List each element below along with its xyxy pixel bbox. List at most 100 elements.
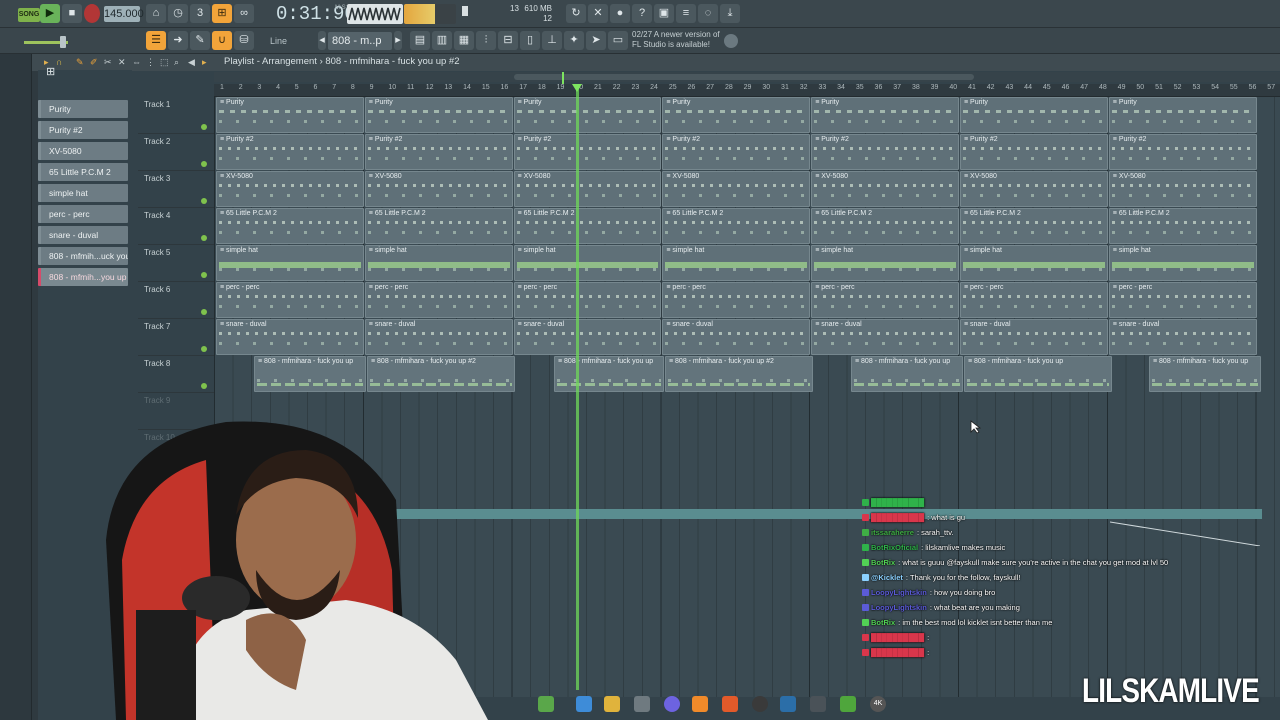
4k-icon[interactable]: 4K: [870, 696, 886, 712]
fl-studio-icon[interactable]: [692, 696, 708, 712]
pattern-clip[interactable]: ≡ XV-5080: [513, 171, 662, 207]
stop-icon[interactable]: ■: [62, 4, 82, 23]
prev-pattern-icon[interactable]: ◂: [318, 31, 326, 50]
pattern-clip[interactable]: ≡ Purity #2: [811, 134, 959, 170]
countdown-icon[interactable]: 3: [190, 4, 210, 23]
copilot-icon[interactable]: [576, 696, 592, 712]
pattern-clip[interactable]: ≡ Purity #2: [364, 134, 513, 170]
pattern-clip[interactable]: ≡ simple hat: [364, 245, 513, 281]
plug-icon[interactable]: ⊥: [542, 31, 562, 50]
track-header[interactable]: Track 1: [138, 97, 214, 134]
magnet-snap-icon[interactable]: ∩: [56, 57, 62, 67]
pattern-clip[interactable]: ≡ simple hat: [1108, 245, 1257, 281]
pattern-clip[interactable]: ≡ Purity: [513, 97, 662, 133]
pattern-selector[interactable]: 808 - m..p #2: [328, 32, 392, 65]
song-mode-toggle[interactable]: SONG: [18, 8, 40, 22]
pattern-clip[interactable]: ≡ 808 - mfmihara - fuck you up: [254, 356, 366, 392]
record-icon[interactable]: [84, 4, 100, 23]
playlist-arrow-icon[interactable]: ▸: [202, 57, 207, 68]
globe-icon[interactable]: [724, 34, 738, 48]
pattern-icon[interactable]: ⊞: [46, 65, 55, 78]
pattern-clip[interactable]: ≡ simple hat: [960, 245, 1108, 281]
pattern-clip[interactable]: ≡ 65 Little P.C.M 2: [1108, 208, 1257, 244]
browser-panel[interactable]: [0, 54, 32, 720]
folder-icon[interactable]: [604, 696, 620, 712]
file-icon[interactable]: ▯: [520, 31, 540, 50]
pattern-clip[interactable]: ≡ snare - duval: [662, 319, 811, 355]
pattern-clip[interactable]: ≡ perc - perc: [811, 282, 959, 318]
track-enable-led[interactable]: [201, 309, 207, 315]
loop-record-icon[interactable]: ∞: [234, 4, 254, 23]
pattern-clip[interactable]: ≡ 808 - mfmihara - fuck you up: [964, 356, 1112, 392]
playlist-icon[interactable]: ▤: [410, 31, 430, 50]
mixer-view-icon[interactable]: ⫶: [476, 31, 496, 50]
pattern-clip[interactable]: ≡ simple hat: [513, 245, 662, 281]
pattern-clip[interactable]: ≡ Purity: [960, 97, 1108, 133]
pattern-clip[interactable]: ≡ 808 - mfmihara - fuck you up #2: [367, 356, 515, 392]
scrollbar-thumb[interactable]: [514, 74, 974, 80]
pattern-clip[interactable]: ≡ Purity: [216, 97, 364, 133]
pattern-clip[interactable]: ≡ perc - perc: [1108, 282, 1257, 318]
news-panel[interactable]: 02/27 A newer version of FL Studio is av…: [632, 30, 732, 50]
pattern-clip[interactable]: ≡ XV-5080: [960, 171, 1108, 207]
pattern-item[interactable]: simple hat: [38, 184, 128, 202]
track-header[interactable]: Track 5: [138, 245, 214, 282]
channel-rack-icon[interactable]: ▥: [432, 31, 452, 50]
mixer-icon[interactable]: ≡: [676, 4, 696, 23]
app-icon[interactable]: [538, 696, 554, 712]
pattern-clip[interactable]: ≡ perc - perc: [662, 282, 811, 318]
pattern-clip[interactable]: ≡ simple hat: [811, 245, 959, 281]
song-position-marker[interactable]: [562, 72, 564, 84]
playhead[interactable]: [576, 84, 579, 690]
pattern-clip[interactable]: ≡ 808 - mfmihara - fuck you up: [554, 356, 664, 392]
slip-icon[interactable]: ⇔: [132, 57, 141, 67]
app-icon[interactable]: [810, 696, 826, 712]
pattern-clip[interactable]: ≡ Purity #2: [960, 134, 1108, 170]
pattern-clip[interactable]: ≡ snare - duval: [216, 319, 364, 355]
track-header[interactable]: Track 2: [138, 134, 214, 171]
pattern-clip[interactable]: ≡ 808 - mfmihara - fuck you up: [1149, 356, 1261, 392]
help-icon[interactable]: ?: [632, 4, 652, 23]
pencil-tool-icon[interactable]: ✎: [190, 31, 210, 50]
pattern-clip[interactable]: ≡ simple hat: [662, 245, 811, 281]
pattern-clip[interactable]: ≡ XV-5080: [811, 171, 959, 207]
arrow-right-icon[interactable]: ➜: [168, 31, 188, 50]
select-icon[interactable]: ⬚: [160, 57, 169, 68]
pattern-clip[interactable]: ≡ 65 Little P.C.M 2: [216, 208, 364, 244]
pattern-clip[interactable]: ≡ Purity: [662, 97, 811, 133]
tempo-display[interactable]: 145.000: [104, 6, 144, 22]
obs-icon[interactable]: [752, 696, 768, 712]
pencil-icon[interactable]: ✎: [76, 57, 84, 68]
refresh-icon[interactable]: ↻: [566, 4, 586, 23]
pattern-clip[interactable]: ≡ 65 Little P.C.M 2: [364, 208, 513, 244]
pattern-clip[interactable]: ≡ perc - perc: [960, 282, 1108, 318]
track-enable-led[interactable]: [201, 272, 207, 278]
mute-icon[interactable]: ✕: [118, 57, 126, 68]
wait-icon[interactable]: ◷: [168, 4, 188, 23]
pattern-item[interactable]: 65 Little P.C.M 2: [38, 163, 128, 181]
delete-icon[interactable]: ✂: [104, 57, 112, 68]
track-header[interactable]: Track 8: [138, 356, 214, 393]
track-header[interactable]: Track 7: [138, 319, 214, 356]
keyboard-icon[interactable]: ▭: [608, 31, 628, 50]
zoom-icon[interactable]: ⌕: [174, 57, 179, 68]
snap-mode[interactable]: Line: [270, 36, 287, 46]
next-pattern-icon[interactable]: ▸: [394, 31, 402, 50]
track-enable-led[interactable]: [201, 235, 207, 241]
mic-icon[interactable]: ●: [610, 4, 630, 23]
piano-roll-icon[interactable]: ▦: [454, 31, 474, 50]
pattern-item[interactable]: Purity #2: [38, 121, 128, 139]
download-icon[interactable]: ⤓: [720, 4, 740, 23]
pattern-clip[interactable]: ≡ snare - duval: [364, 319, 513, 355]
play-icon[interactable]: ▶: [40, 4, 60, 23]
track-header[interactable]: Track 6: [138, 282, 214, 319]
pattern-clip[interactable]: ≡ 808 - mfmihara - fuck you up #2: [665, 356, 813, 392]
pattern-clip[interactable]: ≡ XV-5080: [1108, 171, 1257, 207]
step-edit-icon[interactable]: ⊞: [212, 4, 232, 23]
plugin-icon[interactable]: ⊟: [498, 31, 518, 50]
stamp-icon[interactable]: ⛁: [234, 31, 254, 50]
pattern-item[interactable]: Purity: [38, 100, 128, 118]
track-header[interactable]: Track 4: [138, 208, 214, 245]
pattern-clip[interactable]: ≡ Purity: [1108, 97, 1257, 133]
calculator-icon[interactable]: [634, 696, 650, 712]
